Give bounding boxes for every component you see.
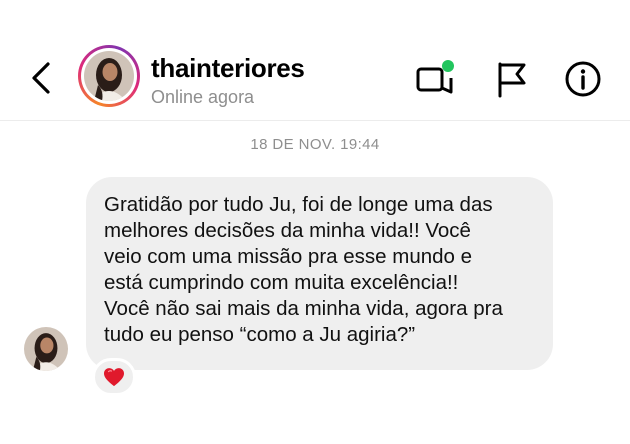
online-dot-icon <box>442 60 454 72</box>
message-line: Gratidão por tudo Ju, foi de longe uma d… <box>104 193 493 216</box>
message-line: está cumprindo com muita excelência!! <box>104 271 459 294</box>
message-bubble[interactable]: Gratidão por tudo Ju, foi de longe uma d… <box>86 177 553 370</box>
message-line: veio com uma missão pra esse mundo e <box>104 245 473 268</box>
profile-photo <box>84 51 134 101</box>
profile-avatar[interactable] <box>78 45 140 107</box>
heart-icon <box>104 368 124 387</box>
message-timestamp: 18 DE NOV. 19:44 <box>250 136 380 153</box>
message-line: Você não sai mais da minha vida, agora p… <box>104 297 503 320</box>
message-line: tudo eu penso “como a Ju agiria?” <box>104 323 416 346</box>
message-line: melhores decisões da minha vida!! Você <box>104 219 471 242</box>
sender-avatar[interactable] <box>24 327 68 371</box>
chat-username[interactable]: thainteriores <box>151 53 305 84</box>
flag-icon[interactable] <box>494 60 530 98</box>
sender-photo <box>24 327 68 371</box>
video-call-icon[interactable] <box>413 58 457 98</box>
heart-reaction[interactable] <box>92 358 136 396</box>
back-chevron-icon[interactable] <box>26 58 58 98</box>
online-status: Online agora <box>151 87 255 107</box>
info-icon[interactable] <box>564 60 602 98</box>
chat-header: thainteriores Online agora <box>0 0 630 121</box>
